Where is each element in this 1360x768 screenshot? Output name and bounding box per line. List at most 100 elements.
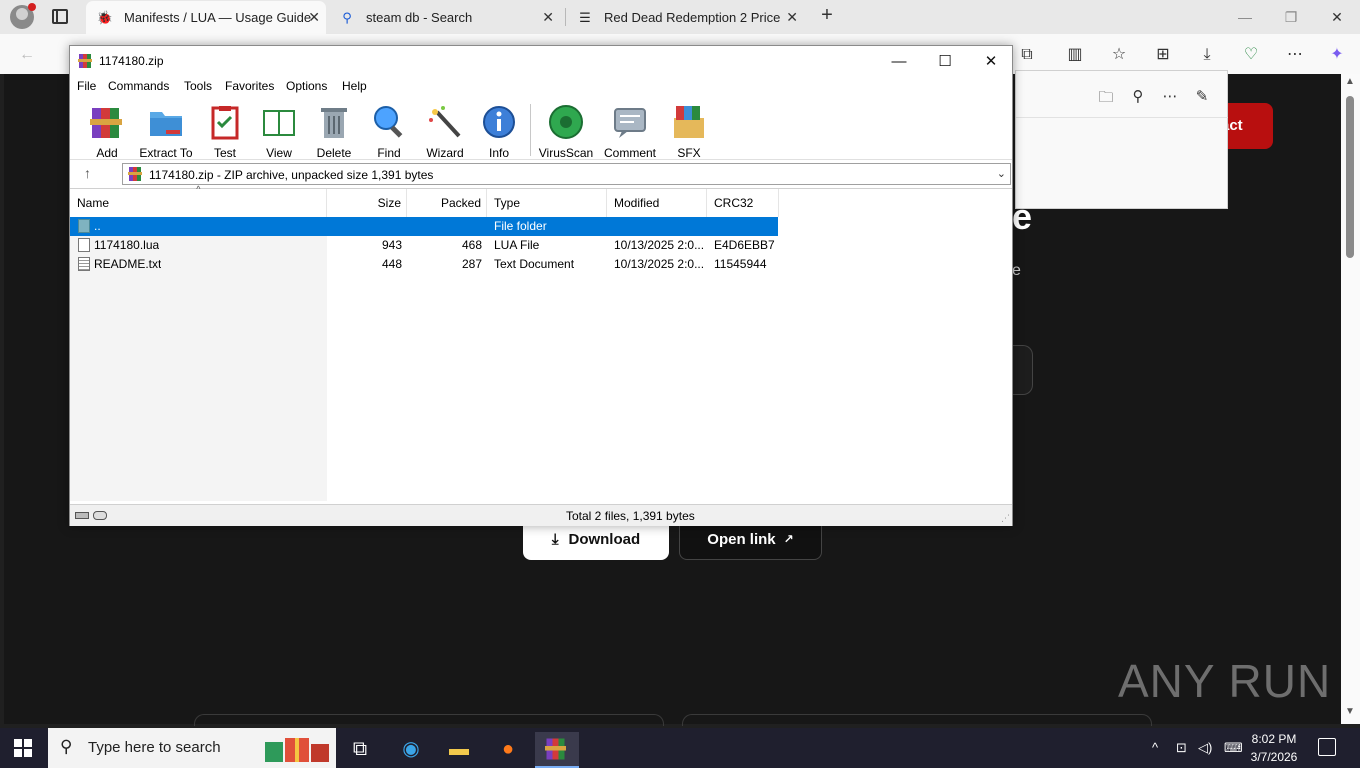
page-card	[682, 714, 1152, 726]
input-indicator-icon[interactable]: ⌨	[1224, 740, 1243, 756]
database-icon: ☰	[579, 9, 591, 25]
tab-manifests-guide[interactable]: 🐞 Manifests / LUA — Usage Guide ✕	[86, 1, 326, 34]
cell-size: 448	[381, 257, 402, 271]
col-size[interactable]: Size	[327, 189, 407, 217]
info-button[interactable]: Info	[469, 100, 529, 160]
cell-type: File folder	[494, 219, 547, 233]
status-text: Total 2 files, 1,391 bytes	[566, 509, 695, 523]
file-explorer-icon[interactable]: ▬	[437, 732, 481, 768]
cell-modified: 10/13/2025 2:0...	[614, 257, 704, 271]
comment-button[interactable]: Comment	[600, 100, 660, 160]
tab-rdr2-price[interactable]: ☰ Red Dead Redemption 2 Price his ✕	[566, 1, 804, 34]
more-menu-icon[interactable]: ⋯	[1284, 44, 1306, 66]
column-header-row: ^ Name Size Packed Type Modified CRC32	[70, 185, 1012, 217]
menu-tools[interactable]: Tools	[184, 79, 212, 93]
table-row[interactable]: README.txt 448 287 Text Document 10/13/2…	[70, 255, 778, 274]
open-link-label: Open link	[707, 530, 776, 548]
comment-label: Comment	[603, 146, 656, 160]
wizard-button[interactable]: Wizard	[415, 100, 475, 160]
page-scrollbar[interactable]: ▲ ▼	[1341, 74, 1360, 724]
tab-title: Red Dead Redemption 2 Price his	[604, 10, 780, 25]
table-row[interactable]: .. File folder	[70, 217, 778, 236]
copilot-icon[interactable]: ✦	[1326, 44, 1348, 66]
firefox-icon[interactable]: ●	[486, 732, 530, 768]
test-button[interactable]: Test	[195, 100, 255, 160]
resize-grip-icon[interactable]: ⋰	[1001, 513, 1010, 524]
tab-steamdb-search[interactable]: ⚲ steam db - Search ✕	[328, 1, 560, 34]
chevron-down-icon[interactable]: ⌄	[997, 167, 1006, 180]
favorites-icon[interactable]: ☆	[1108, 44, 1130, 66]
back-arrow-icon[interactable]: ←	[16, 44, 38, 66]
menu-favorites[interactable]: Favorites	[225, 79, 274, 93]
close-tab-icon[interactable]: ✕	[308, 9, 320, 26]
menu-file[interactable]: File	[77, 79, 96, 93]
col-crc32[interactable]: CRC32	[707, 189, 779, 217]
magnifier-icon	[374, 106, 403, 138]
close-tab-icon[interactable]: ✕	[542, 9, 554, 26]
col-packed[interactable]: Packed	[407, 189, 487, 217]
col-name[interactable]: Name	[70, 189, 327, 217]
test-label: Test	[213, 146, 236, 160]
cell-name: 1174180.lua	[94, 238, 160, 252]
windows-start-icon[interactable]	[14, 739, 32, 757]
browser-minimize-button[interactable]: —	[1230, 6, 1260, 28]
winrar-title-bar[interactable]: 1174180.zip — ☐ ✕	[70, 46, 1012, 76]
more-options-icon[interactable]: ⋯	[1160, 87, 1180, 107]
open-folder-icon[interactable]: 🗀	[1096, 87, 1116, 107]
cell-type: Text Document	[494, 257, 575, 271]
winrar-maximize-button[interactable]: ☐	[922, 49, 968, 75]
menu-options[interactable]: Options	[286, 79, 327, 93]
task-view-icon[interactable]: ⧉	[338, 732, 382, 768]
browser-close-button[interactable]: ✕	[1322, 6, 1352, 28]
cell-packed: 287	[461, 257, 482, 271]
trash-can-icon	[321, 108, 347, 138]
find-button[interactable]: Find	[359, 100, 419, 160]
menu-help[interactable]: Help	[342, 79, 367, 93]
close-tab-icon[interactable]: ✕	[786, 9, 798, 26]
tab-actions-icon[interactable]	[52, 9, 68, 24]
up-folder-icon[interactable]: ↑	[84, 165, 91, 181]
browser-restore-button[interactable]: ❐	[1276, 6, 1306, 28]
download-label: Download	[568, 530, 641, 548]
scrollbar-thumb[interactable]	[1346, 96, 1354, 258]
search-icon[interactable]: ⚲	[1128, 87, 1148, 107]
edge-icon[interactable]: ◉	[389, 732, 433, 768]
menu-commands[interactable]: Commands	[108, 79, 169, 93]
new-tab-button[interactable]: +	[816, 4, 838, 28]
drive-icon	[75, 512, 89, 519]
page-card	[194, 714, 664, 726]
show-hidden-icons-icon[interactable]: ^	[1152, 740, 1158, 755]
taskbar-search-box[interactable]: ⚲ Type here to search	[48, 728, 336, 768]
notification-icon[interactable]	[1318, 738, 1336, 756]
anyrun-watermark: ANY RUN	[1118, 655, 1332, 707]
wizard-label: Wizard	[426, 146, 464, 160]
col-type[interactable]: Type	[487, 189, 607, 217]
virusscan-button[interactable]: VirusScan	[536, 100, 596, 160]
winrar-taskbar-icon[interactable]	[535, 732, 579, 768]
table-row[interactable]: 1174180.lua 943 468 LUA File 10/13/2025 …	[70, 236, 778, 255]
sfx-archive-icon	[674, 106, 704, 138]
view-book-icon	[263, 110, 295, 136]
profile-avatar[interactable]	[10, 3, 36, 29]
winrar-minimize-button[interactable]: —	[876, 49, 922, 75]
extract-to-button[interactable]: Extract To	[136, 100, 196, 160]
text-file-icon	[78, 257, 90, 271]
split-screen-icon[interactable]: ▥	[1064, 44, 1086, 66]
extensions-icon[interactable]: ⧉	[1016, 44, 1038, 66]
col-modified[interactable]: Modified	[607, 189, 707, 217]
network-icon[interactable]: ⊡	[1176, 740, 1187, 756]
taskbar-clock[interactable]: 8:02 PM 3/7/2026	[1248, 730, 1300, 766]
view-button[interactable]: View	[249, 100, 309, 160]
scroll-down-icon[interactable]: ▼	[1345, 706, 1355, 717]
volume-icon[interactable]: ◁)	[1198, 740, 1212, 756]
sfx-button[interactable]: SFX	[659, 100, 719, 160]
winrar-close-button[interactable]: ✕	[968, 49, 1014, 75]
scroll-up-icon[interactable]: ▲	[1345, 76, 1355, 87]
browser-essentials-icon[interactable]: ♡	[1240, 44, 1262, 66]
archive-path-field[interactable]: 1174180.zip - ZIP archive, unpacked size…	[122, 163, 1011, 185]
collections-icon[interactable]: ⊞	[1152, 44, 1174, 66]
add-button[interactable]: Add	[77, 100, 137, 160]
delete-button[interactable]: Delete	[304, 100, 364, 160]
add-label: Add	[96, 146, 118, 160]
pin-icon[interactable]: ✎	[1192, 87, 1212, 107]
